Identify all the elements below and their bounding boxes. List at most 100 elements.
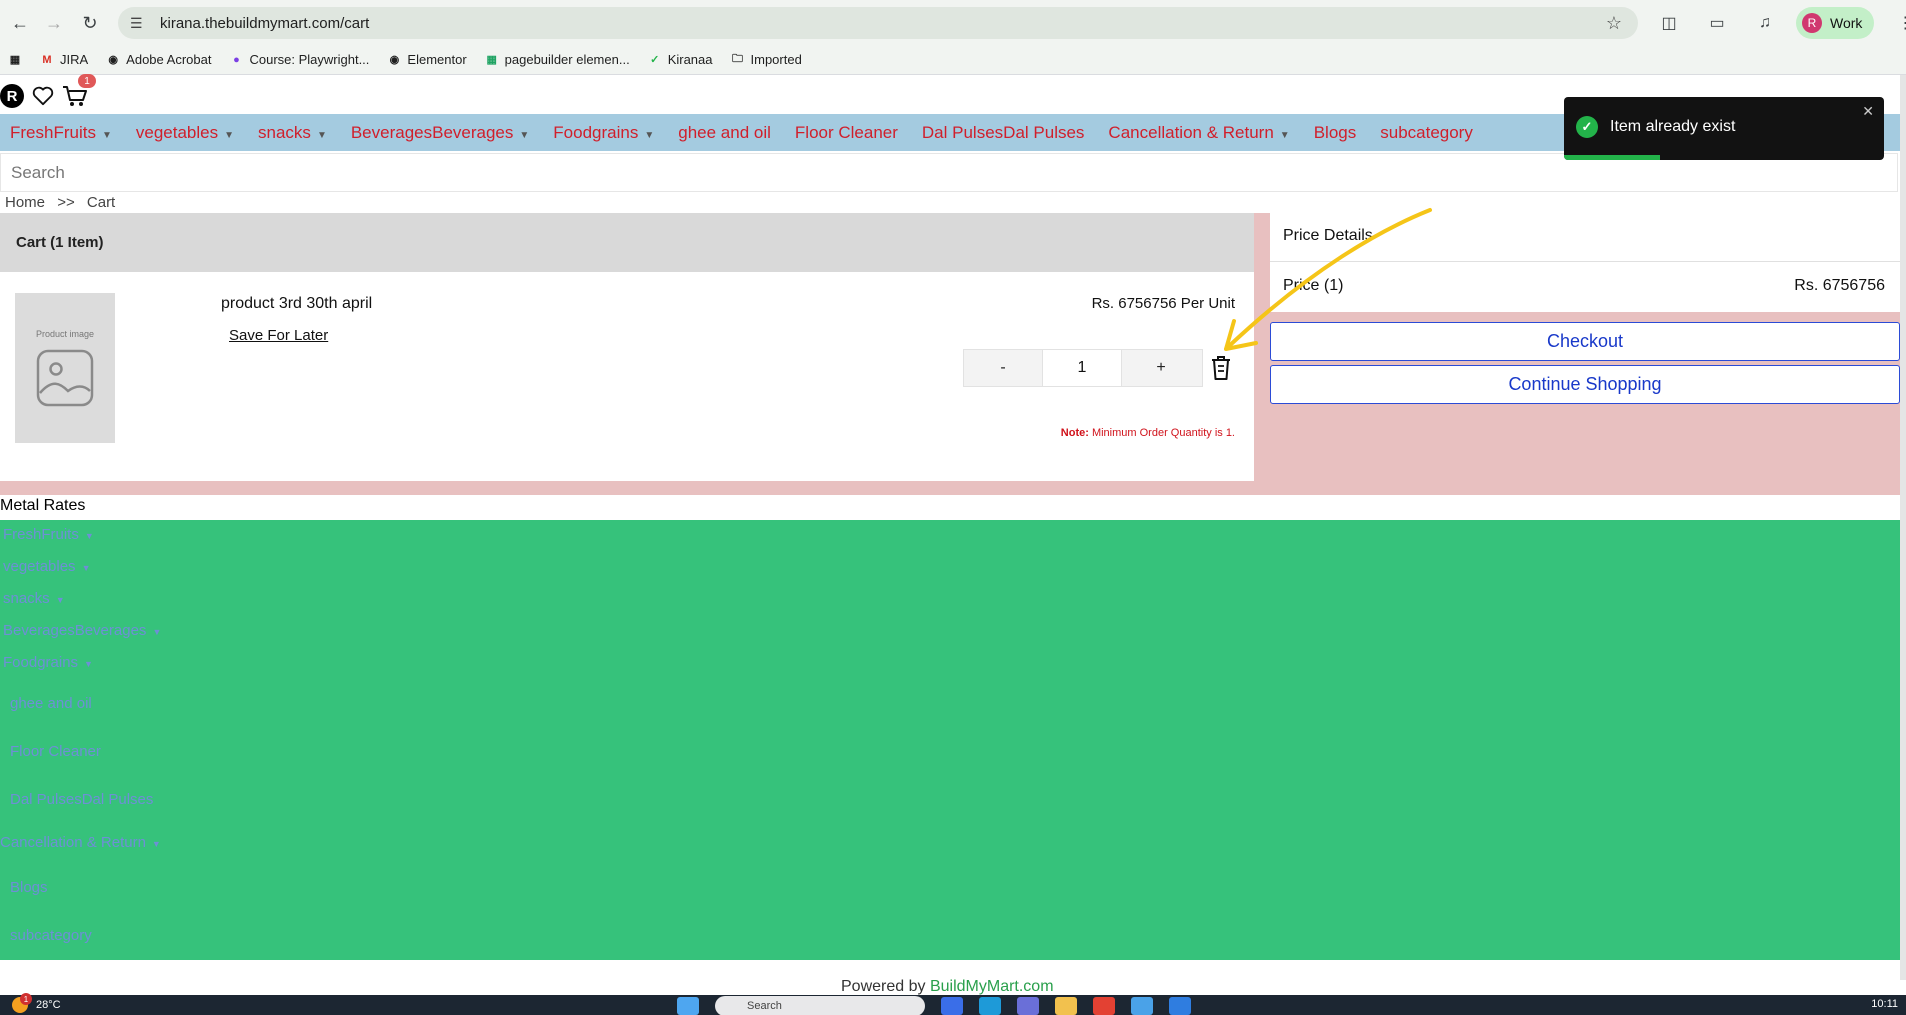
weather-temp: 28°C (36, 999, 61, 1011)
profile-button[interactable]: R Work (1796, 7, 1875, 39)
weather-sun-icon: 1 (12, 993, 32, 1013)
more-menu-icon[interactable]: ⋮ (1888, 6, 1906, 40)
caret-down-icon: ▼ (152, 627, 162, 637)
weather-badge: 1 (20, 993, 32, 1005)
close-icon[interactable]: ✕ (1862, 103, 1874, 120)
footer-link-dal-pulses[interactable]: Dal PulsesDal Pulses (10, 791, 153, 808)
menu-item-foodgrains[interactable]: Foodgrains ▼ (553, 123, 654, 143)
breadcrumb-current: Cart (86, 194, 116, 211)
globe-icon: ◉ (108, 54, 118, 66)
caret-down-icon: ▼ (84, 659, 93, 669)
footer-link-snacks[interactable]: snacks ▼ (3, 590, 65, 607)
reload-icon[interactable]: ↻ (72, 5, 108, 41)
save-for-later-link[interactable]: Save For Later (229, 327, 328, 344)
header-icons: R 1 (0, 74, 96, 109)
extensions-icon[interactable]: ◫ (1652, 6, 1686, 40)
increase-quantity-button[interactable]: + (1122, 350, 1200, 386)
note-label: Note: (1060, 427, 1089, 439)
footer-link-subcategory[interactable]: subcategory (10, 927, 92, 944)
profile-avatar: R (1802, 13, 1822, 33)
bookmark-pagebuilder[interactable]: ▦ pagebuilder elemen... (485, 52, 629, 67)
menu-item-subcategory[interactable]: subcategory (1380, 123, 1473, 143)
caret-down-icon: ▼ (316, 129, 327, 141)
globe-icon: ◉ (389, 54, 400, 66)
metal-rates-heading: Metal Rates (0, 497, 86, 514)
file-explorer-icon[interactable] (1055, 997, 1077, 1015)
wishlist-heart-icon[interactable] (30, 83, 56, 109)
menu-item-snacks[interactable]: snacks ▼ (258, 123, 327, 143)
cart-icon[interactable]: 1 (62, 74, 96, 109)
success-check-icon: ✓ (1576, 116, 1598, 138)
footer-link-floor-cleaner[interactable]: Floor Cleaner (10, 743, 101, 760)
caret-down-icon: ▼ (1279, 129, 1290, 141)
menu-item-blogs[interactable]: Blogs (1314, 123, 1357, 143)
bookmark-kiranaa[interactable]: ✓ Kiranaa (648, 52, 712, 67)
footer-link-freshfruits[interactable]: FreshFruits ▼ (3, 526, 94, 543)
decrease-quantity-button[interactable]: - (964, 350, 1042, 386)
minimum-order-note: Note: Minimum Order Quantity is 1. (990, 427, 1235, 439)
profile-label: Work (1830, 15, 1863, 31)
caret-down-icon: ▼ (644, 129, 655, 141)
quantity-input[interactable]: 1 (1042, 350, 1122, 386)
bookmark-course-playwright[interactable]: ● Course: Playwright... (229, 52, 369, 67)
url-text: kirana.thebuildmymart.com/cart (160, 14, 370, 32)
edge-icon[interactable] (979, 997, 1001, 1015)
forward-icon[interactable]: → (36, 5, 72, 41)
footer-link-vegetables[interactable]: vegetables ▼ (3, 558, 90, 575)
delete-trash-icon[interactable] (1209, 354, 1233, 382)
caret-down-icon: ▼ (84, 531, 94, 541)
breadcrumb: Home >> Cart (5, 194, 123, 211)
menu-item-dal-pulses[interactable]: Dal PulsesDal Pulses (922, 123, 1085, 143)
footer-link-ghee-and-oil[interactable]: ghee and oil (10, 695, 92, 712)
menu-item-freshfruits[interactable]: FreshFruits ▼ (10, 123, 112, 143)
breadcrumb-home[interactable]: Home (5, 194, 45, 211)
footer-link-cancellation-return[interactable]: Cancellation & Return ▼ (0, 834, 161, 851)
buildmymart-link[interactable]: BuildMyMart.com (930, 978, 1054, 995)
annotation-arrow (1224, 208, 1432, 351)
site-info-icon[interactable]: ☰ (130, 15, 148, 32)
product-name[interactable]: product 3rd 30th april (221, 295, 372, 313)
unit-price: Rs. 6756756 Per Unit (1091, 295, 1235, 312)
bookmark-jira[interactable]: M JIRA (40, 52, 88, 67)
notepad-icon[interactable] (1131, 997, 1153, 1015)
copilot-icon[interactable] (941, 997, 963, 1015)
chrome-icon[interactable] (1093, 997, 1115, 1015)
windows-start-icon[interactable] (677, 997, 699, 1015)
back-icon[interactable]: ← (2, 5, 38, 41)
bookmark-adobe-acrobat[interactable]: ◉ Adobe Acrobat (106, 52, 211, 67)
menu-item-floor-cleaner[interactable]: Floor Cleaner (795, 123, 898, 143)
folder-icon: 🗀 (732, 53, 743, 65)
weather-widget[interactable]: 1 28°C (12, 993, 61, 1013)
user-avatar[interactable]: R (0, 84, 24, 108)
footer-link-blogs[interactable]: Blogs (10, 879, 48, 896)
windows-taskbar: 1 28°C Search 10:11 (0, 993, 1906, 1015)
address-bar[interactable]: ☰ kirana.thebuildmymart.com/cart ☆ (118, 7, 1638, 39)
bookmark-elementor[interactable]: ◉ Elementor (387, 52, 467, 67)
media-icon[interactable]: ♫ (1748, 6, 1782, 40)
cast-icon[interactable]: ▭ (1700, 6, 1734, 40)
bookmark-imported[interactable]: 🗀 Imported (731, 52, 802, 67)
taskbar-search[interactable]: Search (715, 996, 925, 1015)
bookmark-star-icon[interactable]: ☆ (1606, 13, 1622, 34)
page-scrollbar[interactable] (1900, 75, 1906, 980)
teams-icon[interactable] (1017, 997, 1039, 1015)
footer-link-beverages[interactable]: BeveragesBeverages ▼ (3, 622, 161, 639)
caret-down-icon: ▼ (151, 839, 161, 849)
product-image[interactable]: Product image (15, 293, 115, 443)
course-icon: ● (233, 53, 240, 66)
app-icon[interactable] (1169, 997, 1191, 1015)
menu-item-cancellation-return[interactable]: Cancellation & Return ▼ (1108, 123, 1289, 143)
menu-item-beverages[interactable]: BeveragesBeverages ▼ (351, 123, 529, 143)
footer-link-foodgrains[interactable]: Foodgrains ▼ (3, 654, 93, 671)
gmail-icon: M (42, 53, 52, 66)
powered-by: Powered by BuildMyMart.com (841, 978, 1054, 995)
check-icon: ✓ (650, 54, 660, 66)
caret-down-icon: ▼ (224, 129, 235, 141)
menu-item-ghee-and-oil[interactable]: ghee and oil (678, 123, 771, 143)
menu-item-vegetables[interactable]: vegetables ▼ (136, 123, 234, 143)
toast-progress-bar (1564, 155, 1660, 160)
apps-icon[interactable]: ▦ (8, 53, 22, 67)
caret-down-icon: ▼ (101, 129, 112, 141)
continue-shopping-button[interactable]: Continue Shopping (1270, 365, 1900, 404)
caret-down-icon: ▼ (519, 129, 530, 141)
